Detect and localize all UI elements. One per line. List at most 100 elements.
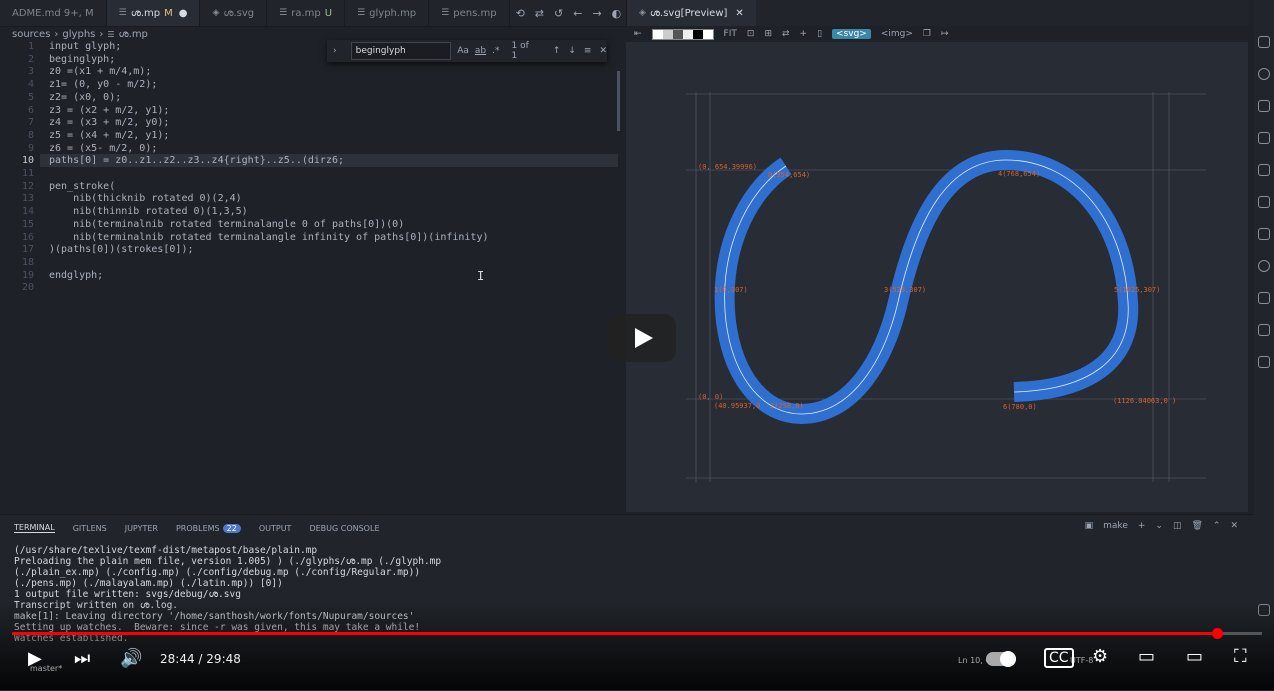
page-icon[interactable]: ▯ xyxy=(817,29,822,39)
text-cursor-icon: I xyxy=(477,269,485,283)
close-icon[interactable]: ✕ xyxy=(1230,521,1238,531)
panel-actions: ▣ make + ⌄ ◫ 🗑 ⌃ ✕ xyxy=(1085,521,1238,531)
source-control-icon[interactable] xyxy=(1258,100,1270,112)
breadcrumb-item[interactable]: sources xyxy=(12,29,50,40)
file-icon: ◈ xyxy=(639,8,646,18)
code-line: nib(terminalnib rotated terminalangle 0 … xyxy=(49,218,405,230)
tab-svg-preview[interactable]: ◈ ശ.svg[Preview] ✕ xyxy=(627,0,756,26)
fullscreen-icon[interactable]: ⛶ xyxy=(1234,646,1247,667)
tab-ra-mp[interactable]: ☰ ra.mp U xyxy=(267,0,346,26)
glyph-preview-svg: (0, 654.39996) 0(354,654) 4(768,654) 1(0,30… xyxy=(686,92,1206,482)
line-number: 14 xyxy=(21,206,34,218)
zoom-fit-icon[interactable]: ⊡ xyxy=(747,29,755,39)
back-icon[interactable]: ← xyxy=(573,7,582,20)
editor-scrollbar[interactable] xyxy=(617,71,620,131)
files-icon[interactable] xyxy=(1258,36,1270,48)
toggle-icon[interactable]: ◐ xyxy=(612,7,622,20)
trash-icon[interactable]: 🗑 xyxy=(1191,521,1202,531)
point-label-right: (1126.04063,0 ) xyxy=(1113,397,1176,405)
regex-button[interactable]: .* xyxy=(492,46,499,56)
tab-readme[interactable]: ADME.md 9+, M xyxy=(0,0,107,26)
tab-debug-console[interactable]: DEBUG CONSOLE xyxy=(309,524,379,533)
tab-terminal[interactable]: TERMINAL xyxy=(14,523,55,533)
line-number: 3 xyxy=(27,66,34,78)
terminal-shell-select[interactable]: make xyxy=(1103,521,1128,531)
book-icon[interactable] xyxy=(1258,324,1270,336)
history-icon[interactable]: ⟲ xyxy=(516,7,525,20)
arrow-down-icon[interactable]: ↓ xyxy=(568,46,576,56)
captions-icon[interactable]: CC xyxy=(1044,648,1074,668)
svg-mode-button[interactable]: <svg> xyxy=(832,29,871,39)
forward-icon[interactable]: → xyxy=(592,7,601,20)
close-icon[interactable]: ✕ xyxy=(599,46,607,56)
extensions-icon[interactable] xyxy=(1258,132,1270,144)
code-line: z3 = (x2 + m/2, y1); xyxy=(49,104,170,116)
match-case-button[interactable]: Aa xyxy=(457,46,469,56)
add-terminal-icon[interactable]: + xyxy=(1138,521,1146,531)
tab-label: glyph.mp xyxy=(369,7,417,19)
line-number: 11 xyxy=(21,168,34,179)
code-line: z1= (0, y0 - m/2); xyxy=(49,79,158,91)
split-terminal-icon[interactable]: ◫ xyxy=(1173,521,1182,531)
gear-icon[interactable] xyxy=(1258,356,1270,368)
fit-button[interactable]: FIT xyxy=(724,29,737,39)
gear-icon[interactable]: ⚙ xyxy=(1092,646,1108,667)
search-icon[interactable] xyxy=(1258,68,1270,80)
swap-icon[interactable]: ⇄ xyxy=(782,29,790,39)
remote-icon[interactable] xyxy=(1258,164,1270,176)
dirty-dot-icon[interactable]: ● xyxy=(179,8,188,19)
breadcrumb-item[interactable]: ശ.mp xyxy=(119,29,148,40)
point-label-top-left: (0, 654.39996) xyxy=(698,163,757,171)
tab-pens-mp[interactable]: ☰ pens.mp xyxy=(429,0,510,26)
line-number: 7 xyxy=(27,117,34,129)
volume-button[interactable]: 🔊 xyxy=(120,648,142,669)
code-line: )(paths[0])(strokes[0]); xyxy=(49,244,194,256)
line-number: 2 xyxy=(27,53,34,65)
file-icon: ☰ xyxy=(107,29,115,39)
chevron-down-icon[interactable]: ⌄ xyxy=(1155,521,1163,531)
chevron-right-icon[interactable]: › xyxy=(333,46,337,56)
tab-glyph-svg[interactable]: ◈ ശ.svg xyxy=(200,0,268,26)
point-label-p5: 5(1025,307) xyxy=(1114,286,1160,294)
crosshair-icon[interactable]: + xyxy=(800,29,808,39)
terminal-line: (./plain_ex.mp) (./config.mp) (./config/… xyxy=(14,567,421,578)
img-mode-button[interactable]: <img> xyxy=(881,29,913,39)
next-button[interactable]: ⏭ xyxy=(74,648,90,669)
match-word-button[interactable]: ab xyxy=(475,46,486,56)
line-number: 17 xyxy=(21,244,34,256)
tab-gitlens[interactable]: GITLENS xyxy=(73,524,107,533)
compare-icon[interactable]: ⇄ xyxy=(535,7,544,20)
background-swatches[interactable] xyxy=(651,28,714,40)
play-overlay-button[interactable] xyxy=(608,314,676,362)
outline-icon[interactable] xyxy=(1258,196,1270,208)
find-input[interactable]: beginglyph xyxy=(350,42,452,60)
code-line: z6 = (x5- m/2, 0); xyxy=(49,142,158,154)
timeline-icon[interactable] xyxy=(1258,260,1270,272)
svg-preview-canvas[interactable]: (0, 654.39996) 0(354,654) 4(768,654) 1(0,30… xyxy=(626,42,1248,512)
copy-icon[interactable]: ❐ xyxy=(923,29,931,39)
tab-glyph-mp-2[interactable]: ☰ glyph.mp xyxy=(345,0,430,26)
code-editor[interactable]: 1 input glyph; 2 beginglyph; 3 z0 =(x1 + m/4,… xyxy=(0,41,620,511)
progress-scrubber[interactable] xyxy=(1212,628,1223,639)
tab-output[interactable]: OUTPUT xyxy=(259,524,292,533)
find-in-selection-icon[interactable]: ≡ xyxy=(584,46,592,56)
back-icon[interactable]: ⇤ xyxy=(634,29,642,39)
breadcrumb-item[interactable]: glyphs xyxy=(62,29,95,40)
terminal-icon: ▣ xyxy=(1084,521,1094,531)
maximize-icon[interactable]: ⌃ xyxy=(1213,521,1221,531)
open-icon[interactable]: ↦ xyxy=(941,29,949,39)
player-controls: ▶ ⏭ 🔊 28:44 / 29:48 Ln 10, Col 2 master*… xyxy=(0,640,1274,680)
progress-bar[interactable] xyxy=(12,628,1262,639)
docker-icon[interactable] xyxy=(1258,292,1270,304)
flask-icon[interactable] xyxy=(1258,228,1270,240)
autoplay-toggle[interactable] xyxy=(986,651,1016,667)
tab-glyph-mp[interactable]: ☰ ശ.mp M ● xyxy=(106,0,201,26)
revert-icon[interactable]: ↺ xyxy=(554,7,563,20)
arrow-up-icon[interactable]: ↑ xyxy=(553,46,561,56)
tab-problems[interactable]: PROBLEMS 22 xyxy=(176,523,241,533)
close-icon[interactable]: ✕ xyxy=(735,8,743,19)
miniplayer-icon[interactable]: ▭ xyxy=(1138,646,1155,667)
theater-icon[interactable]: ▭ xyxy=(1186,646,1203,667)
zoom-actual-icon[interactable]: ⊞ xyxy=(764,29,772,39)
tab-jupyter[interactable]: JUPYTER xyxy=(125,524,158,533)
